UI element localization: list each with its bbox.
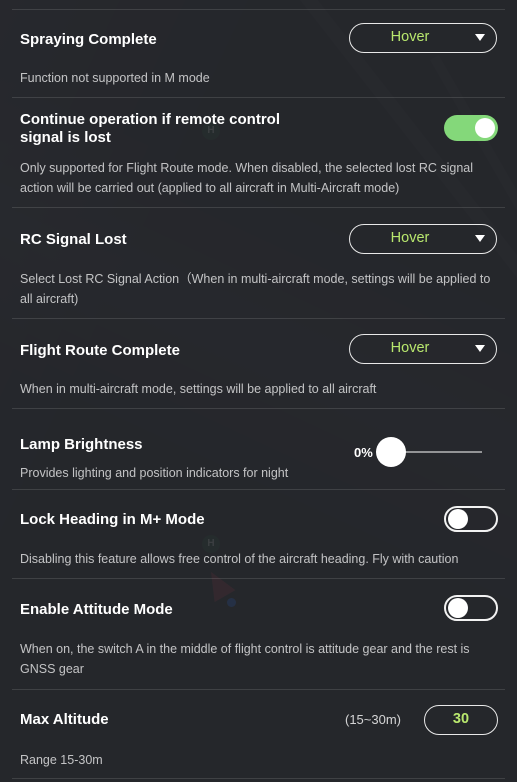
setting-title-continue-operation: Continue operation if remote control sig…	[20, 111, 281, 146]
spraying-complete-dropdown[interactable]: Hover	[349, 23, 497, 53]
caret-down-icon	[475, 345, 485, 352]
toggle-knob	[448, 598, 468, 618]
lamp-brightness-value: 0%	[354, 445, 373, 460]
setting-title-spraying-complete: Spraying Complete	[20, 31, 157, 48]
setting-description: Function not supported in M mode	[20, 71, 210, 85]
lock-heading-toggle[interactable]	[444, 506, 498, 532]
divider	[12, 689, 505, 690]
setting-title-rc-signal-lost: RC Signal Lost	[20, 231, 127, 248]
toggle-knob	[475, 118, 495, 138]
divider	[12, 489, 505, 490]
attitude-mode-toggle[interactable]	[444, 595, 498, 621]
setting-title-lamp-brightness: Lamp Brightness	[20, 436, 143, 453]
dropdown-value: Hover	[390, 340, 430, 356]
flight-route-complete-dropdown[interactable]: Hover	[349, 334, 497, 364]
max-altitude-range-label: (15~30m)	[345, 712, 401, 727]
divider	[12, 97, 505, 98]
continue-operation-toggle[interactable]	[444, 115, 498, 141]
dropdown-value: Hover	[390, 29, 430, 45]
caret-down-icon	[475, 34, 485, 41]
setting-description: Range 15-30m	[20, 753, 103, 767]
divider	[12, 578, 505, 579]
divider	[12, 207, 505, 208]
settings-panel: Spraying Complete Hover Function not sup…	[0, 0, 517, 782]
setting-description: Only supported for Flight Route mode. Wh…	[20, 161, 474, 195]
rc-signal-lost-dropdown[interactable]: Hover	[349, 224, 497, 254]
setting-description: Provides lighting and position indicator…	[20, 466, 289, 480]
caret-down-icon	[475, 235, 485, 242]
divider	[12, 318, 505, 319]
setting-title-attitude-mode: Enable Attitude Mode	[20, 601, 173, 618]
toggle-knob	[448, 509, 468, 529]
setting-title-flight-route-complete: Flight Route Complete	[20, 342, 180, 359]
setting-description: Disabling this feature allows free contr…	[20, 552, 459, 566]
setting-description: When in multi-aircraft mode, settings wi…	[20, 382, 377, 396]
setting-title-max-altitude: Max Altitude	[20, 711, 109, 728]
divider	[12, 778, 505, 779]
divider	[12, 408, 505, 409]
divider	[12, 9, 505, 10]
setting-title-lock-heading: Lock Heading in M+ Mode	[20, 511, 205, 528]
dropdown-value: Hover	[390, 230, 430, 246]
setting-description: Select Lost RC Signal Action（When in mul…	[20, 272, 491, 306]
setting-description: When on, the switch A in the middle of f…	[20, 642, 470, 676]
max-altitude-input[interactable]: 30	[424, 705, 498, 735]
